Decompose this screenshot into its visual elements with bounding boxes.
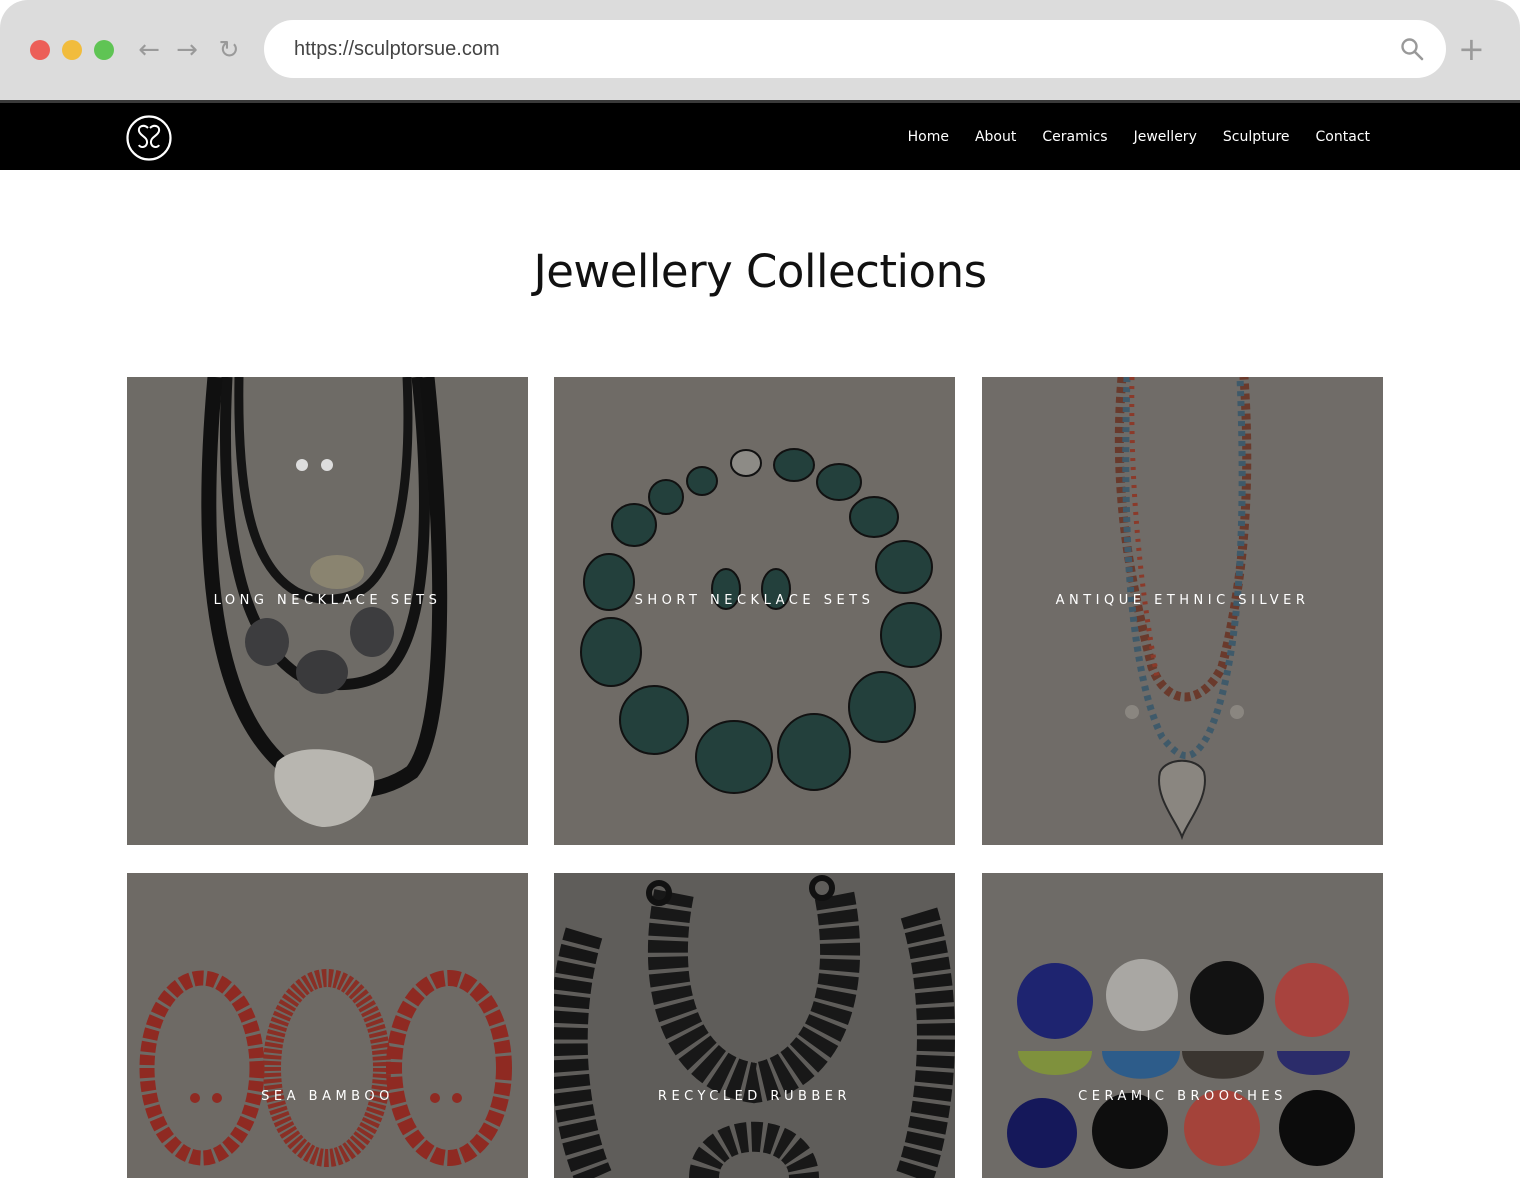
collection-tile-long-necklace-sets[interactable]: LONG NECKLACE SETS (127, 377, 528, 845)
collection-label: LONG NECKLACE SETS (213, 593, 442, 608)
collection-label: CERAMIC BROOCHES (1078, 1089, 1287, 1104)
site-logo[interactable] (126, 115, 172, 161)
collection-label: SHORT NECKLACE SETS (634, 593, 875, 608)
search-icon[interactable] (1400, 37, 1424, 61)
page-title: Jewellery Collections (533, 245, 987, 298)
arrow-left-icon[interactable]: ← (135, 36, 163, 64)
arrow-right-icon[interactable]: → (173, 36, 201, 64)
nav-jewellery[interactable]: Jewellery (1134, 129, 1197, 145)
collection-tile-short-necklace-sets[interactable]: SHORT NECKLACE SETS (554, 377, 955, 845)
nav-contact[interactable]: Contact (1316, 129, 1370, 145)
site-header: Home About Ceramics Jewellery Sculpture … (0, 100, 1520, 170)
minimize-window-button[interactable] (62, 40, 82, 60)
nav-about[interactable]: About (975, 129, 1016, 145)
sea-bamboo-image (127, 873, 528, 1178)
collection-tile-antique-ethnic-silver[interactable]: ANTIQUE ETHNIC SILVER (982, 377, 1383, 845)
antique-silver-image (982, 377, 1383, 845)
collection-label: RECYCLED RUBBER (657, 1089, 852, 1104)
nav-sculpture[interactable]: Sculpture (1223, 129, 1290, 145)
recycled-rubber-image (554, 873, 955, 1178)
collection-label: ANTIQUE ETHNIC SILVER (1055, 593, 1310, 608)
maximize-window-button[interactable] (94, 40, 114, 60)
main-nav: Home About Ceramics Jewellery Sculpture … (908, 103, 1370, 170)
url-text[interactable]: https://sculptorsue.com (294, 20, 500, 78)
address-bar[interactable]: https://sculptorsue.com (264, 20, 1446, 78)
plus-icon[interactable]: + (1458, 33, 1485, 65)
browser-toolbar: ← → ↻ https://sculptorsue.com + (0, 0, 1520, 100)
collection-label: SEA BAMBOO (261, 1089, 394, 1104)
collection-tile-recycled-rubber[interactable]: RECYCLED RUBBER (554, 873, 955, 1178)
collection-tile-sea-bamboo[interactable]: SEA BAMBOO (127, 873, 528, 1178)
nav-home[interactable]: Home (908, 129, 949, 145)
short-necklace-image (554, 377, 955, 845)
ceramic-brooches-image (982, 873, 1383, 1178)
collection-tile-ceramic-brooches[interactable]: CERAMIC BROOCHES (982, 873, 1383, 1178)
close-window-button[interactable] (30, 40, 50, 60)
long-necklace-image (127, 377, 528, 845)
nav-ceramics[interactable]: Ceramics (1042, 129, 1107, 145)
reload-icon[interactable]: ↻ (215, 36, 243, 64)
